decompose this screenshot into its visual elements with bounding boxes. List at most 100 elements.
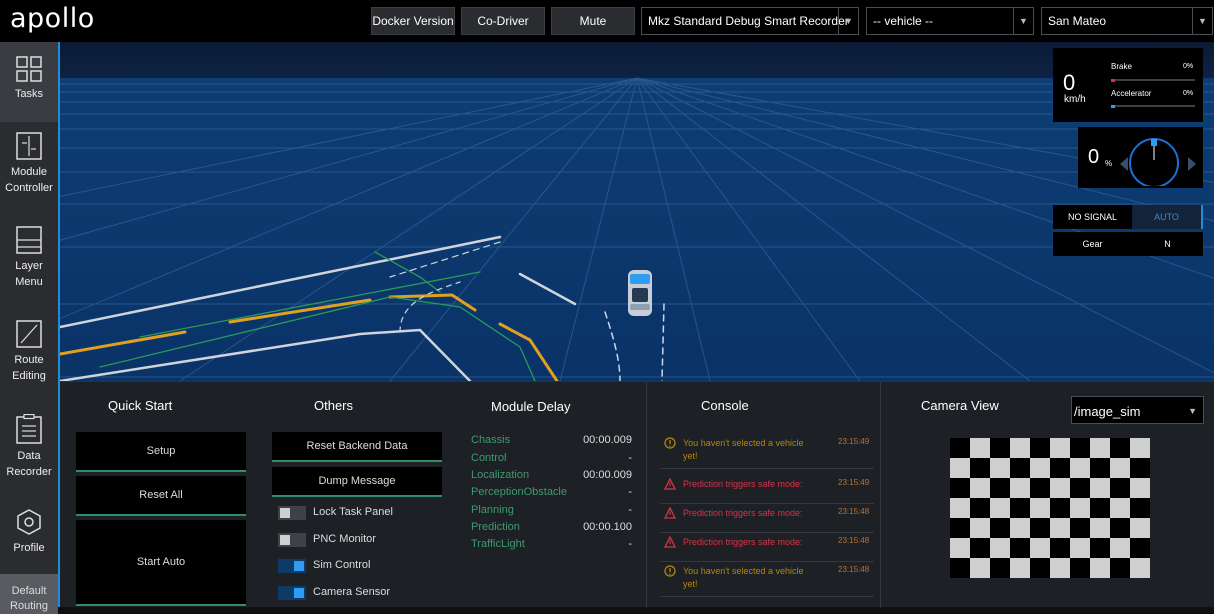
mute-button[interactable]: Mute bbox=[551, 7, 635, 35]
panel-divider bbox=[880, 382, 881, 608]
module-delay-value: - bbox=[628, 452, 632, 464]
pnc-monitor-label: PNC Monitor bbox=[313, 533, 376, 545]
steering-panel: 0 % bbox=[1078, 127, 1203, 188]
console-message: You haven't selected a vehicle yet! 23:1… bbox=[660, 565, 874, 597]
sidebar-item-label: Editing bbox=[12, 370, 46, 382]
panel-divider bbox=[646, 382, 647, 608]
dump-message-button[interactable]: Dump Message bbox=[272, 467, 442, 497]
console-message-text: Prediction triggers safe mode: bbox=[683, 537, 803, 547]
mode-select-value: Mkz Standard Debug Smart Recorder bbox=[648, 14, 849, 28]
console-message-time: 23:15:48 bbox=[838, 536, 870, 545]
accelerator-bar-fill bbox=[1111, 105, 1115, 108]
toggle-knob bbox=[280, 535, 290, 545]
sidebar-item-tasks[interactable]: Tasks bbox=[0, 42, 58, 122]
speed-panel: 0 km/h Brake 0% Accelerator 0% bbox=[1053, 48, 1203, 122]
console-message: You haven't selected a vehicle yet! 23:1… bbox=[660, 437, 874, 469]
console-message-time: 23:15:49 bbox=[838, 478, 870, 487]
warning-icon bbox=[664, 437, 676, 449]
brake-value: 0% bbox=[1183, 63, 1194, 70]
module-name: Prediction bbox=[471, 521, 520, 533]
default-routing-label: Default bbox=[11, 585, 47, 597]
drive-mode-badge: AUTO bbox=[1132, 205, 1203, 229]
console-message-text: Prediction triggers safe mode: bbox=[683, 479, 803, 489]
chevron-down-icon: ▼ bbox=[1192, 8, 1212, 34]
apollo-logo: apollo bbox=[10, 3, 95, 34]
setup-button[interactable]: Setup bbox=[76, 432, 246, 472]
accelerator-label: Accelerator bbox=[1111, 89, 1152, 98]
sim-control-toggle[interactable] bbox=[278, 559, 306, 573]
sidebar-item-label: Data bbox=[17, 450, 41, 462]
module-name: Control bbox=[471, 452, 507, 464]
steering-unit: % bbox=[1105, 159, 1113, 168]
ego-vehicle bbox=[628, 270, 652, 316]
chevron-down-icon: ▼ bbox=[1188, 406, 1197, 416]
sidebar-item-layer-menu[interactable]: Layer Menu bbox=[0, 226, 58, 306]
co-driver-button[interactable]: Co-Driver bbox=[461, 7, 545, 35]
layers-icon bbox=[16, 226, 42, 254]
vehicle-select[interactable]: -- vehicle -- ▼ bbox=[866, 7, 1034, 35]
pnc-monitor-toggle[interactable] bbox=[278, 533, 306, 547]
sidebar-item-label: Module bbox=[10, 166, 48, 178]
sidebar-item-label: Tasks bbox=[14, 88, 44, 100]
reset-all-button[interactable]: Reset All bbox=[76, 476, 246, 516]
module-delay-value: 00:00.009 bbox=[583, 434, 632, 446]
console-message: Prediction triggers safe mode: 23:15:48 bbox=[660, 536, 874, 562]
console-message-text: Prediction triggers safe mode: bbox=[683, 508, 803, 518]
camera-view-title: Camera View bbox=[921, 398, 999, 413]
module-name: Planning bbox=[471, 504, 514, 516]
vehicle-select-value: -- vehicle -- bbox=[873, 14, 934, 28]
sidebar: Tasks Module Controller Layer Menu Route… bbox=[0, 42, 60, 614]
quick-start-title: Quick Start bbox=[108, 398, 173, 413]
mode-select[interactable]: Mkz Standard Debug Smart Recorder ▼ bbox=[641, 7, 859, 35]
console-message: Prediction triggers safe mode: 23:15:48 bbox=[660, 507, 874, 533]
error-icon bbox=[664, 507, 676, 519]
module-delay-value: 00:00.009 bbox=[583, 469, 632, 481]
brake-bar-fill bbox=[1111, 79, 1115, 82]
lock-task-panel-toggle[interactable] bbox=[278, 506, 306, 520]
console-message-time: 23:15:49 bbox=[838, 437, 870, 446]
console-title: Console bbox=[701, 398, 749, 413]
brake-bar bbox=[1111, 79, 1195, 82]
lock-task-panel-label: Lock Task Panel bbox=[313, 506, 393, 518]
chevron-down-icon: ▼ bbox=[838, 8, 858, 34]
steering-wheel-icon bbox=[1120, 138, 1196, 186]
signal-status: NO SIGNAL bbox=[1067, 212, 1117, 222]
start-auto-button[interactable]: Start Auto bbox=[76, 520, 246, 606]
sidebar-item-label: Route bbox=[14, 354, 44, 366]
accelerator-bar bbox=[1111, 105, 1195, 108]
sidebar-item-module-controller[interactable]: Module Controller bbox=[0, 132, 58, 212]
map-select[interactable]: San Mateo ▼ bbox=[1041, 7, 1213, 35]
module-name: TrafficLight bbox=[471, 538, 525, 550]
others-title: Others bbox=[314, 398, 354, 413]
reset-backend-data-button[interactable]: Reset Backend Data bbox=[272, 432, 442, 462]
error-icon bbox=[664, 478, 676, 490]
steering-value: 0 bbox=[1088, 146, 1100, 168]
module-delay-value: 00:00.100 bbox=[583, 521, 632, 533]
camera-image bbox=[950, 438, 1150, 578]
sidebar-item-label: Profile bbox=[13, 542, 45, 554]
sidebar-item-data-recorder[interactable]: Data Recorder bbox=[0, 414, 58, 494]
toggle-knob bbox=[294, 561, 304, 571]
module-delay-value: - bbox=[628, 538, 632, 550]
sidebar-item-label: Recorder bbox=[6, 466, 52, 478]
gear-value: N bbox=[1164, 239, 1171, 249]
warning-icon bbox=[664, 565, 676, 577]
scene-canvas bbox=[0, 42, 1214, 383]
module-controller-icon bbox=[16, 132, 42, 160]
camera-sensor-toggle[interactable] bbox=[278, 586, 306, 600]
module-delay-value: - bbox=[628, 486, 632, 498]
default-routing-button[interactable]: Default Routing bbox=[0, 574, 58, 614]
brake-label: Brake bbox=[1111, 62, 1132, 71]
camera-channel-value: /image_sim bbox=[1074, 404, 1141, 419]
sidebar-item-profile[interactable]: Profile bbox=[0, 508, 58, 564]
route-icon bbox=[16, 320, 42, 348]
bottom-panel: Quick Start Setup Reset All Start Auto O… bbox=[60, 381, 1214, 608]
sidebar-item-label: Menu bbox=[15, 276, 43, 288]
docker-version-button[interactable]: Docker Version bbox=[371, 7, 455, 35]
sim-control-label: Sim Control bbox=[313, 559, 371, 571]
camera-channel-select[interactable]: /image_sim ▼ bbox=[1071, 396, 1204, 424]
console-message-time: 23:15:48 bbox=[838, 565, 870, 574]
sidebar-item-route-editing[interactable]: Route Editing bbox=[0, 320, 58, 400]
module-name: PerceptionObstacle bbox=[471, 486, 567, 498]
scene-view[interactable] bbox=[0, 42, 1214, 383]
